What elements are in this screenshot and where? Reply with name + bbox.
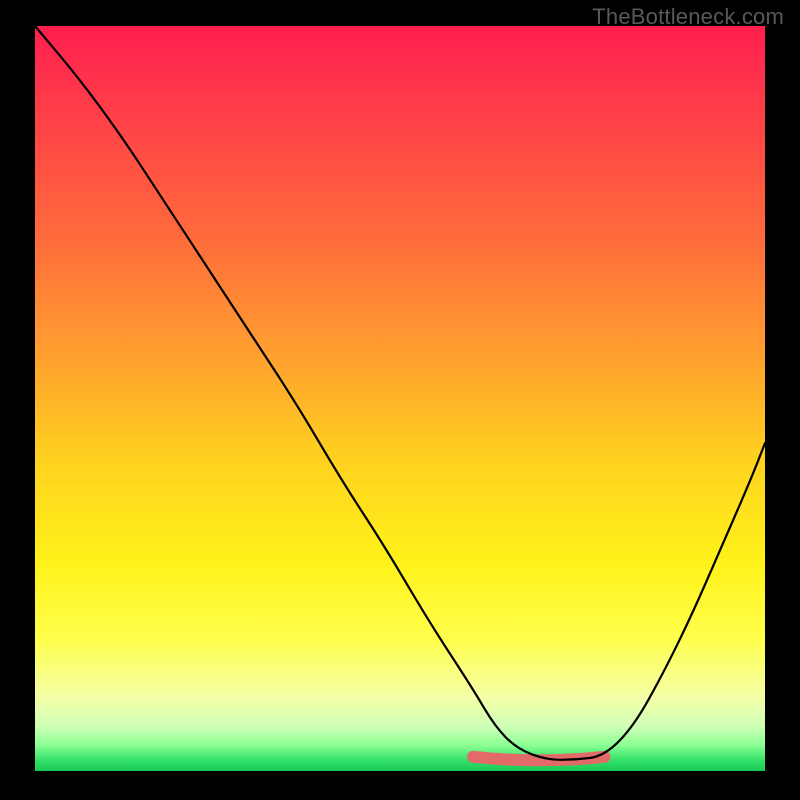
plot-area [35, 26, 765, 771]
curve-svg [35, 26, 765, 771]
plot-frame: TheBottleneck.com [0, 0, 800, 800]
bottleneck-curve [35, 26, 765, 760]
